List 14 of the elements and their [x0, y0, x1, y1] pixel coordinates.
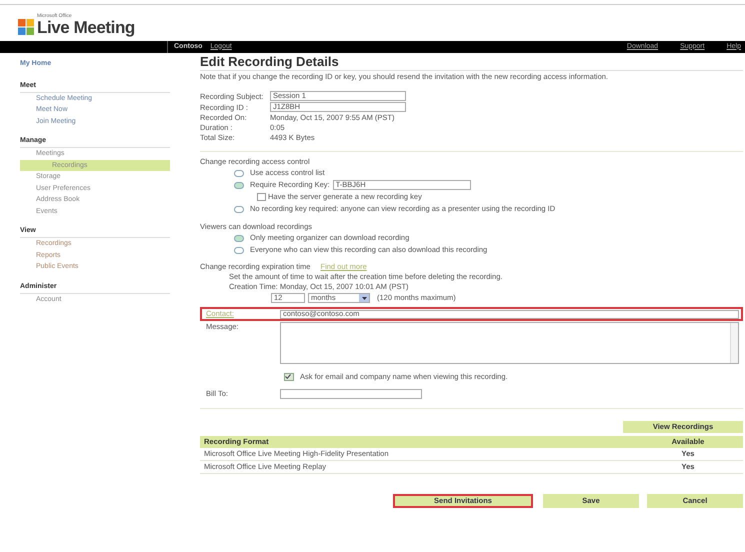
checkbox[interactable]	[257, 193, 266, 201]
bill-to-field[interactable]	[280, 389, 422, 399]
radio-button[interactable]	[234, 170, 244, 176]
dropdown-arrow-icon	[362, 296, 366, 300]
radio-button[interactable]	[234, 246, 244, 254]
page-title: Edit Recording Details	[200, 54, 743, 71]
radio-button[interactable]	[234, 206, 244, 212]
checkbox[interactable]	[284, 373, 294, 381]
radio-button[interactable]	[234, 182, 244, 188]
brand-name: Live Meeting	[37, 19, 135, 36]
scrollbar	[730, 323, 738, 363]
message-field[interactable]	[280, 322, 739, 364]
logo-icon	[18, 19, 34, 35]
radio-button[interactable]	[234, 234, 244, 242]
